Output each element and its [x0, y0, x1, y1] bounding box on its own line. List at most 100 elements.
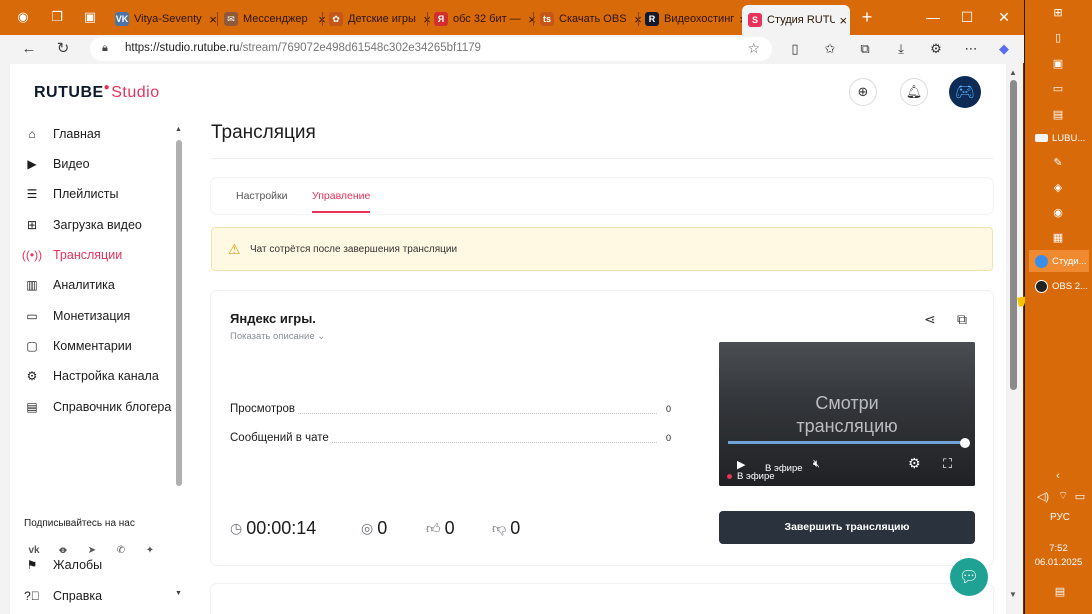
record-icon[interactable]: ◉: [1050, 204, 1066, 220]
page-scrollbar[interactable]: ▲ ▼: [1007, 64, 1021, 604]
help-icon: ?⃝: [24, 589, 40, 603]
fullscreen-icon[interactable]: ⛶: [943, 456, 952, 472]
stat-views: Просмотров 0: [230, 403, 671, 419]
battery-icon[interactable]: ▭: [1072, 488, 1088, 504]
scroll-up-icon[interactable]: ▲: [175, 126, 182, 133]
new-tab-icon[interactable]: +: [858, 8, 876, 26]
workspaces-icon[interactable]: ❐: [48, 8, 66, 26]
close-icon[interactable]: ×: [837, 13, 851, 28]
app-icon[interactable]: ▦: [1050, 229, 1066, 245]
tab-messenger[interactable]: ✉ Мессенджер ×: [218, 6, 329, 32]
show-description-link[interactable]: Показать описание ⌄: [230, 331, 325, 342]
video-icon: ▶: [27, 157, 37, 171]
chevron-down-icon: ⌄: [317, 331, 326, 342]
downloads-icon[interactable]: ⤓: [892, 40, 910, 58]
language-indicator[interactable]: РУС: [1050, 512, 1070, 523]
rutube-studio-logo[interactable]: RUTUBE●Studio: [34, 82, 160, 102]
tab-download-obs[interactable]: ts Скачать OBS ×: [534, 6, 645, 32]
sidebar-scrollbar[interactable]: ▲ ▼: [175, 126, 183, 602]
tab-settings[interactable]: Настройки: [236, 190, 288, 202]
progress-knob[interactable]: [960, 438, 970, 448]
sidebar-item-blogger-guide[interactable]: ▤ Справочник блогера: [24, 397, 171, 417]
clock-time[interactable]: 7:52: [1025, 543, 1092, 554]
sidebar-item-video[interactable]: ▶ Видео: [24, 154, 89, 174]
star-icon[interactable]: ☆: [747, 40, 760, 57]
sidebar-item-broadcasts[interactable]: ((•)) Трансляции: [22, 245, 122, 265]
maximize-icon[interactable]: ☐: [952, 6, 982, 28]
stream-preview-player[interactable]: Смотри трансляцию ▶ В эфире 🔇︎ ⚙ ⛶ В эфи…: [719, 342, 975, 486]
viewers-value: 0: [377, 518, 388, 538]
scrollbar-thumb[interactable]: [176, 140, 182, 486]
sidebar-item-playlists[interactable]: ☰ Плейлисты: [24, 184, 119, 204]
extensions-icon[interactable]: ⚙: [927, 40, 945, 58]
address-bar: ← ↻ 🔒︎ https://studio.rutube.ru/stream/7…: [0, 35, 1024, 63]
sidebar-item-monetization[interactable]: ▭ Монетизация: [24, 306, 130, 326]
mute-icon[interactable]: 🔇︎: [813, 458, 820, 471]
add-content-button[interactable]: ⊕: [849, 78, 877, 106]
end-stream-button[interactable]: Завершить трансляцию: [719, 511, 975, 544]
viber-icon[interactable]: ✆: [111, 540, 131, 560]
tab-kids-games[interactable]: ✿ Детские игры ×: [323, 6, 434, 32]
player-progress-bar[interactable]: [728, 441, 966, 444]
tab-actions-icon[interactable]: ▣: [81, 8, 99, 26]
sidebar-item-help[interactable]: ?⃝ Справка: [24, 586, 102, 606]
scroll-down-icon[interactable]: ▼: [175, 590, 182, 597]
chat-icon: 💬︎: [958, 569, 980, 586]
scrollbar-thumb[interactable]: [1010, 80, 1017, 390]
start-icon[interactable]: ⊞: [1050, 4, 1066, 20]
wifi-icon[interactable]: ⌔: [1055, 488, 1071, 504]
app-icon[interactable]: ▤: [1050, 106, 1066, 122]
tab-videohosting[interactable]: R Видеохостинг ×: [639, 6, 750, 32]
gear-icon[interactable]: ⚙: [908, 455, 921, 472]
edge-icon: [1035, 254, 1048, 268]
sidebar-item-comments[interactable]: ▢ Комментарии: [24, 336, 131, 356]
tab-title: Видеохостинг: [664, 13, 734, 25]
refresh-icon[interactable]: ↻: [52, 39, 74, 59]
taskbar-window-studio[interactable]: Студи...: [1029, 250, 1089, 272]
share-icon[interactable]: ⋖: [924, 311, 936, 328]
taskbar-window-lubu[interactable]: LUBU...: [1029, 127, 1089, 149]
taskbar-window-obs[interactable]: OBS 2...: [1029, 275, 1089, 297]
sidebar-item-upload[interactable]: ⊞ Загрузка видео: [24, 215, 142, 235]
play-icon[interactable]: ▶: [737, 458, 745, 471]
split-screen-icon[interactable]: ▯: [786, 40, 804, 58]
chevron-left-icon[interactable]: ‹: [1050, 468, 1066, 484]
notifications-button[interactable]: 🔔︎: [900, 78, 928, 106]
notifications-icon[interactable]: ▤: [1052, 583, 1068, 599]
file-icon[interactable]: ▯: [1050, 29, 1066, 45]
book-icon: ▤: [26, 400, 38, 414]
avatar[interactable]: 🎮︎: [949, 76, 981, 108]
scroll-down-icon[interactable]: ▼: [1009, 590, 1017, 599]
chat-warning-banner: ⚠ Чат сотрётся после завершения трансляц…: [211, 227, 993, 271]
tab-rutube-studio[interactable]: S Студия RUTUBE ×: [742, 5, 850, 35]
tab-management[interactable]: Управление: [312, 190, 370, 202]
likes-value: 0: [444, 518, 455, 538]
stream-title: Яндекс игры.: [230, 311, 316, 326]
tab-obs-search[interactable]: Я обс 32 бит — ×: [428, 6, 539, 32]
tab-vk[interactable]: VK Vitya-Seventy ×: [109, 6, 220, 32]
favorites-icon[interactable]: ✩: [821, 40, 839, 58]
support-chat-button[interactable]: 💬︎: [950, 558, 988, 596]
sidebar-item-analytics[interactable]: ▥ Аналитика: [24, 275, 115, 295]
copilot-icon[interactable]: ◆: [995, 40, 1013, 58]
clock-date[interactable]: 06.01.2025: [1025, 557, 1092, 568]
more-icon[interactable]: ⋯: [962, 40, 980, 58]
volume-icon[interactable]: ◁): [1035, 488, 1051, 504]
app-icon[interactable]: ◈: [1050, 179, 1066, 195]
window-close-icon[interactable]: ✕: [989, 6, 1019, 28]
sidebar-item-complaints[interactable]: ⚑ Жалобы: [24, 555, 103, 575]
open-external-icon[interactable]: ⧉: [957, 311, 967, 328]
url-field[interactable]: 🔒︎ https://studio.rutube.ru/stream/76907…: [90, 37, 772, 61]
back-arrow-icon[interactable]: ←: [18, 39, 40, 59]
inkscape-icon[interactable]: ✎: [1050, 154, 1066, 170]
sidebar-item-home[interactable]: ⌂ Главная: [24, 124, 100, 144]
collections-icon[interactable]: ⧉: [856, 40, 874, 58]
sidebar-item-channel-settings[interactable]: ⚙ Настройка канала: [24, 366, 159, 386]
more-social-icon[interactable]: ✦: [140, 540, 160, 560]
duration-counter: ◷ 00:00:14: [230, 518, 316, 539]
scroll-up-icon[interactable]: ▲: [1009, 68, 1017, 77]
monitor-icon[interactable]: ▭: [1050, 80, 1066, 96]
app-icon[interactable]: ▣: [1050, 55, 1066, 71]
minimize-icon[interactable]: —: [918, 6, 948, 28]
browser-profile-icon[interactable]: ◉: [14, 8, 32, 26]
